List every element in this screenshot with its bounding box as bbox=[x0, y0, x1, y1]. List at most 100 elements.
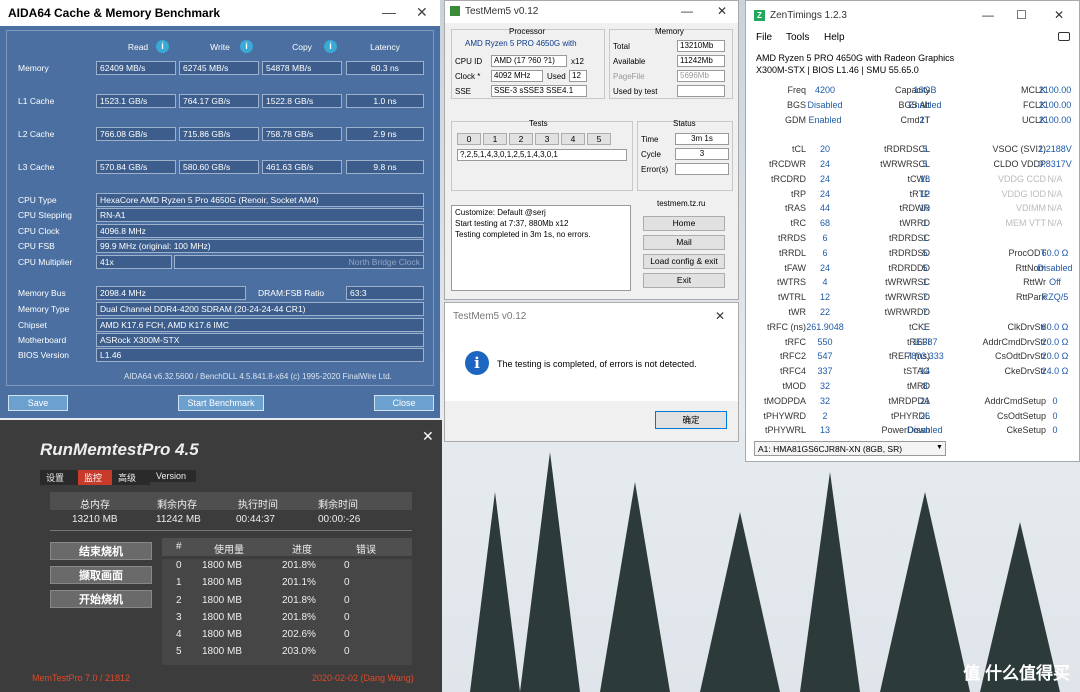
dimm-select[interactable]: A1: HMA81GS6CJR8N-XN (8GB, SR) ▼ bbox=[754, 441, 946, 456]
dimm-select-value: A1: HMA81GS6CJR8N-XN (8GB, SR) bbox=[758, 444, 903, 454]
wallpaper-tree bbox=[470, 492, 520, 692]
test-5[interactable]: 5 bbox=[587, 133, 611, 145]
timing-value: 10 bbox=[919, 203, 930, 214]
timing-value: 12 bbox=[919, 188, 930, 199]
timing-label: VDIMM bbox=[1016, 203, 1046, 214]
row-progress: 202.6% bbox=[282, 629, 316, 640]
timing-label: tMODPDA bbox=[763, 395, 806, 406]
timing-label: tPHYWRD bbox=[763, 410, 807, 421]
row-index: 5 bbox=[176, 646, 182, 657]
tests-heading: Tests bbox=[529, 119, 548, 128]
runmemtest-date: 2020-02-02 (Dang Wang) bbox=[312, 673, 414, 683]
cpuid-value: AMD (17 ?60 ?1) bbox=[491, 55, 567, 67]
capture-screen-button[interactable]: 撷取画面 bbox=[50, 566, 152, 584]
timing-value: 2100.00 bbox=[1038, 85, 1072, 95]
timing-value: 7803.333 bbox=[906, 351, 944, 362]
test-3[interactable]: 3 bbox=[535, 133, 559, 145]
tab-monitor[interactable]: 监控 bbox=[78, 470, 112, 485]
wallpaper-tree bbox=[800, 472, 860, 692]
ok-button[interactable]: 确定 bbox=[655, 411, 727, 429]
row-errors: 0 bbox=[344, 560, 350, 571]
test-0[interactable]: 0 bbox=[457, 133, 481, 145]
close-icon[interactable]: ✕ bbox=[717, 4, 727, 18]
info-icon[interactable]: i bbox=[324, 40, 337, 53]
cpu-stepping-value: RN-A1 bbox=[96, 208, 424, 222]
tab-version[interactable]: Version bbox=[150, 470, 196, 482]
minimize-icon[interactable]: — bbox=[681, 4, 693, 18]
row-progress: 201.8% bbox=[282, 560, 316, 571]
timing-label: tRFC2 bbox=[779, 351, 806, 362]
log-line: Testing completed in 3m 1s, no errors. bbox=[455, 230, 591, 239]
timing-value: 20 bbox=[819, 144, 830, 155]
row-index: 3 bbox=[176, 612, 182, 623]
mail-button[interactable]: Mail bbox=[643, 235, 725, 250]
memory-write: 62745 MB/s bbox=[179, 61, 259, 75]
timing-value: 2 bbox=[822, 410, 828, 421]
timing-value: 1 bbox=[922, 218, 928, 229]
home-button[interactable]: Home bbox=[643, 216, 725, 231]
divider bbox=[50, 530, 412, 531]
menu-tools[interactable]: Tools bbox=[786, 32, 809, 43]
aida64-title: AIDA64 Cache & Memory Benchmark bbox=[8, 6, 221, 20]
close-icon[interactable]: ✕ bbox=[422, 428, 434, 445]
l2-write: 715.86 GB/s bbox=[179, 127, 259, 141]
log-line: Start testing at 7:37, 880Mb x12 bbox=[455, 219, 569, 228]
timing-label: tRRDL bbox=[778, 247, 806, 258]
timing-value: Off bbox=[1049, 277, 1061, 288]
minimize-icon[interactable]: — bbox=[982, 8, 994, 22]
timing-label: VSOC (SVI2) bbox=[992, 144, 1046, 155]
test-4[interactable]: 4 bbox=[561, 133, 585, 145]
minimize-icon[interactable]: — bbox=[382, 4, 396, 20]
close-button[interactable]: Close bbox=[374, 395, 434, 411]
remaining-time-value: 00:00:-26 bbox=[318, 514, 361, 525]
maximize-icon[interactable]: ☐ bbox=[1016, 8, 1027, 22]
used-by-test-value bbox=[677, 85, 725, 97]
l2-copy: 758.78 GB/s bbox=[262, 127, 342, 141]
row-progress: 203.0% bbox=[282, 646, 316, 657]
site-link[interactable]: testmem.tz.ru bbox=[657, 199, 705, 208]
row-usage: 1800 MB bbox=[202, 577, 243, 588]
memory-bus-label: Memory Bus bbox=[18, 288, 66, 298]
start-burn-button[interactable]: 开始烧机 bbox=[50, 590, 152, 608]
menu-file[interactable]: File bbox=[756, 32, 772, 43]
info-icon[interactable]: i bbox=[156, 40, 169, 53]
row-usage: 1800 MB bbox=[202, 629, 243, 640]
cpu-name: AMD Ryzen 5 PRO 4650G with bbox=[465, 39, 577, 48]
test-2[interactable]: 2 bbox=[509, 133, 533, 145]
errors-value bbox=[675, 163, 729, 175]
screenshot-icon[interactable] bbox=[1058, 32, 1070, 41]
tab-advanced[interactable]: 高级 bbox=[112, 470, 150, 485]
total-memory-value: 13210 MB bbox=[72, 514, 118, 525]
close-icon[interactable]: ✕ bbox=[1054, 8, 1064, 22]
close-icon[interactable]: ✕ bbox=[416, 4, 428, 21]
timing-value: Disabled bbox=[907, 425, 943, 436]
watermark-logo: 值 什么值得买 bbox=[963, 664, 1070, 683]
close-icon[interactable]: ✕ bbox=[715, 309, 725, 323]
motherboard-value: ASRock X300M-STX bbox=[96, 333, 424, 347]
tab-settings[interactable]: 设置 bbox=[40, 470, 78, 485]
wallpaper-tree bbox=[520, 452, 580, 692]
info-icon[interactable]: i bbox=[240, 40, 253, 53]
row-label-l2: L2 Cache bbox=[18, 129, 55, 139]
timing-value: 16GB bbox=[913, 85, 937, 95]
timing-label: tRFC4 bbox=[779, 366, 806, 377]
save-button[interactable]: Save bbox=[8, 395, 68, 411]
timing-value: Enabled bbox=[908, 99, 942, 110]
cpu-name: AMD Ryzen 5 PRO 4650G with Radeon Graphi… bbox=[756, 53, 955, 63]
runmemtest-version: MemTestPro 7.0 / 21812 bbox=[32, 673, 131, 683]
log-line: Customize: Default @serj bbox=[455, 208, 546, 217]
stop-burn-button[interactable]: 结束烧机 bbox=[50, 542, 152, 560]
load-config-exit-button[interactable]: Load config & exit bbox=[643, 254, 725, 269]
test-1[interactable]: 1 bbox=[483, 133, 507, 145]
col-errors: 错误 bbox=[356, 545, 376, 556]
l3-copy: 461.63 GB/s bbox=[262, 160, 342, 174]
wallpaper-tree bbox=[880, 492, 970, 692]
dram-ratio-label: DRAM:FSB Ratio bbox=[258, 288, 325, 298]
exit-button[interactable]: Exit bbox=[643, 273, 725, 288]
timing-value: 1.2188V bbox=[1038, 144, 1072, 155]
start-benchmark-button[interactable]: Start Benchmark bbox=[178, 395, 264, 411]
timing-label: AddrCmdSetup bbox=[984, 395, 1046, 406]
menu-help[interactable]: Help bbox=[824, 32, 845, 43]
row-label-l1: L1 Cache bbox=[18, 96, 55, 106]
timing-value: 68 bbox=[819, 218, 830, 229]
